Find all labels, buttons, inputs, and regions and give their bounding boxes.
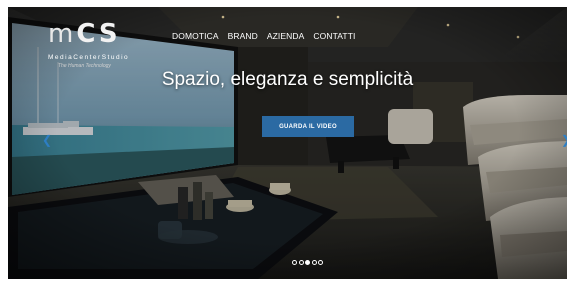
nav-item-contatti[interactable]: CONTATTI bbox=[313, 31, 355, 41]
slider-dot-1[interactable] bbox=[292, 260, 297, 265]
slider-dot-5[interactable] bbox=[318, 260, 323, 265]
slider-dot-3[interactable] bbox=[305, 260, 310, 265]
main-navigation: DOMOTICA BRAND AZIENDA CONTATTI bbox=[172, 31, 355, 41]
slider-pagination bbox=[292, 260, 323, 265]
logo-company-name: MediaCenterStudio bbox=[48, 54, 130, 61]
watch-video-button[interactable]: GUARDA IL VIDEO bbox=[262, 116, 354, 137]
slider-dot-4[interactable] bbox=[311, 260, 317, 265]
hero-slider: mCS MediaCenterStudio The Human Technolo… bbox=[8, 7, 567, 279]
chevron-left-icon[interactable]: ❮ bbox=[42, 134, 52, 146]
site-logo[interactable]: mCS MediaCenterStudio The Human Technolo… bbox=[46, 16, 156, 76]
logo-mark: mCS bbox=[48, 19, 121, 49]
slider-dot-2[interactable] bbox=[298, 260, 304, 265]
chevron-right-icon[interactable]: ❯ bbox=[561, 134, 567, 146]
nav-item-brand[interactable]: BRAND bbox=[228, 31, 258, 41]
nav-item-domotica[interactable]: DOMOTICA bbox=[172, 31, 219, 41]
hero-headline: Spazio, eleganza e semplicità bbox=[161, 69, 414, 90]
nav-item-azienda[interactable]: AZIENDA bbox=[267, 31, 305, 41]
